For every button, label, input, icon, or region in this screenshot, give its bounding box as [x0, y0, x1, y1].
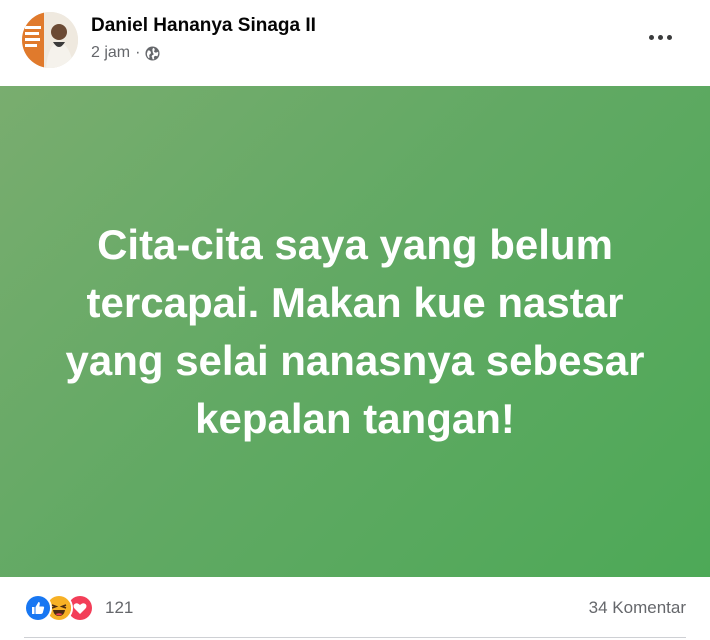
more-dot [648, 34, 654, 40]
post-header: Daniel Hananya Sinaga II 2 jam · [0, 0, 710, 84]
globe-icon[interactable] [145, 45, 160, 61]
post-text: Cita-cita saya yang belum tercapai. Maka… [65, 220, 645, 442]
reaction-count: 121 [105, 598, 134, 617]
more-dot [657, 34, 663, 40]
avatar-image [22, 12, 78, 68]
footer-divider [24, 637, 686, 638]
author-avatar[interactable] [22, 12, 78, 68]
post-timestamp[interactable]: 2 jam [91, 44, 130, 62]
like-reaction-icon [24, 594, 52, 622]
more-dot [666, 34, 672, 40]
post-background[interactable]: Cita-cita saya yang belum tercapai. Maka… [0, 86, 710, 577]
author-name[interactable]: Daniel Hananya Sinaga II [91, 15, 316, 37]
reactions-summary[interactable]: 121 [24, 594, 134, 622]
more-options-button[interactable] [638, 22, 682, 52]
post-footer: 121 34 Komentar [0, 578, 710, 640]
meta-separator: · [135, 44, 141, 61]
comments-count-link[interactable]: 34 Komentar [589, 598, 686, 618]
post-meta: 2 jam · [91, 44, 160, 62]
post-card: Daniel Hananya Sinaga II 2 jam · Cita-ci… [0, 0, 710, 640]
